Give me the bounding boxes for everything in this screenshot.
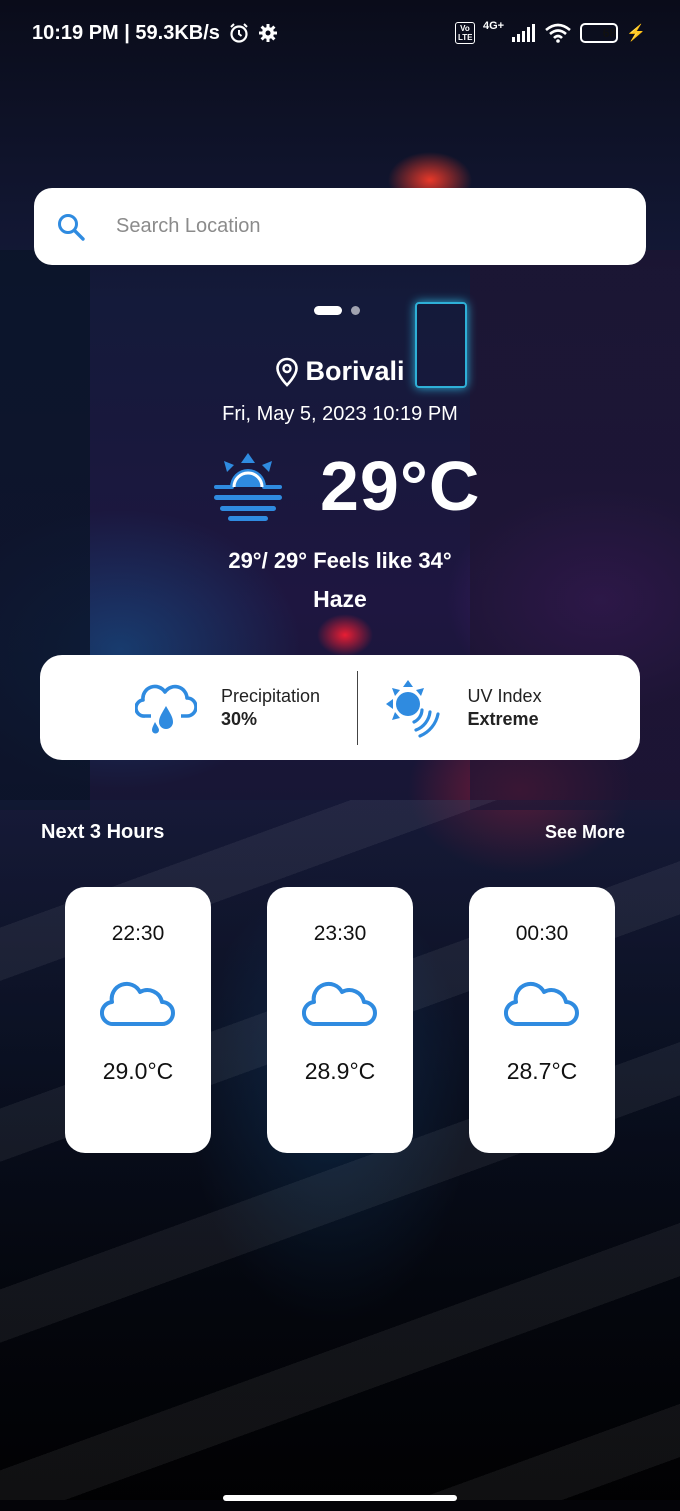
wifi-icon <box>545 23 571 43</box>
status-bar: 10:19 PM | 59.3KB/s Vo LTE 4G+ 68 ⚡ <box>0 0 680 66</box>
current-weather: 29°C <box>210 446 480 526</box>
page-dot-active[interactable] <box>314 306 342 315</box>
hour-time: 23:30 <box>313 922 367 945</box>
status-right: Vo LTE 4G+ 68 ⚡ <box>454 20 646 44</box>
page-indicator <box>314 306 360 315</box>
uv-index-section: UV Index Extreme <box>358 678 640 738</box>
weather-condition: Haze <box>313 586 367 612</box>
hour-temperature: 28.9°C <box>304 1058 376 1084</box>
location-pin-icon <box>276 357 299 387</box>
search-icon[interactable] <box>56 212 86 242</box>
uv-sun-icon <box>385 679 440 738</box>
forecast-section-title: Next 3 Hours <box>41 821 165 843</box>
home-indicator[interactable] <box>223 1495 457 1501</box>
min-max-feels-like: 29°/ 29° Feels like 34° <box>228 548 452 573</box>
status-time-speed: 10:19 PM | 59.3KB/s <box>32 21 220 44</box>
cloud-icon <box>504 981 579 1027</box>
hour-time: 22:30 <box>111 922 165 945</box>
page-dot[interactable] <box>351 306 360 315</box>
search-bar[interactable] <box>34 188 646 265</box>
precipitation-text: Precipitation 30% <box>221 686 320 730</box>
uv-index-text: UV Index Extreme <box>468 686 542 730</box>
cloud-icon <box>100 981 175 1027</box>
cloud-icon <box>302 981 377 1027</box>
see-more-link[interactable]: See More <box>545 822 625 843</box>
precipitation-section: Precipitation 30% <box>40 680 357 736</box>
hour-time: 00:30 <box>515 922 569 945</box>
location-name: Borivali <box>305 356 405 386</box>
hourly-forecast-card[interactable]: 00:30 28.7°C <box>469 887 615 1153</box>
battery-level: 68 <box>602 26 617 40</box>
volte-icon: Vo LTE <box>454 22 475 44</box>
uv-index-value: Extreme <box>467 708 539 729</box>
precipitation-label: Precipitation <box>221 685 321 706</box>
battery-icon: 68 <box>580 23 619 43</box>
hour-temperature: 29.0°C <box>102 1058 174 1084</box>
hour-temperature: 28.7°C <box>506 1058 578 1084</box>
network-type: 4G+ <box>482 20 505 32</box>
signal-icon <box>512 24 536 42</box>
date-time: Fri, May 5, 2023 10:19 PM <box>222 403 458 425</box>
alarm-icon <box>230 23 248 43</box>
precipitation-value: 30% <box>221 708 258 729</box>
haze-sunset-icon <box>214 453 282 521</box>
rain-cloud-icon <box>135 684 197 733</box>
hourly-forecast-card[interactable]: 22:30 29.0°C <box>65 887 211 1153</box>
weather-details-card: Precipitation 30% UV Index Extreme <box>40 655 640 760</box>
location-row: Borivali <box>0 356 680 387</box>
search-input[interactable] <box>116 215 576 238</box>
charging-icon: ⚡ <box>626 25 646 42</box>
settings-gear-icon <box>258 24 277 42</box>
hourly-forecast-card[interactable]: 23:30 28.9°C <box>267 887 413 1153</box>
status-left: 10:19 PM | 59.3KB/s <box>32 22 278 45</box>
current-temperature: 29°C <box>320 447 481 525</box>
uv-index-label: UV Index <box>467 685 542 706</box>
